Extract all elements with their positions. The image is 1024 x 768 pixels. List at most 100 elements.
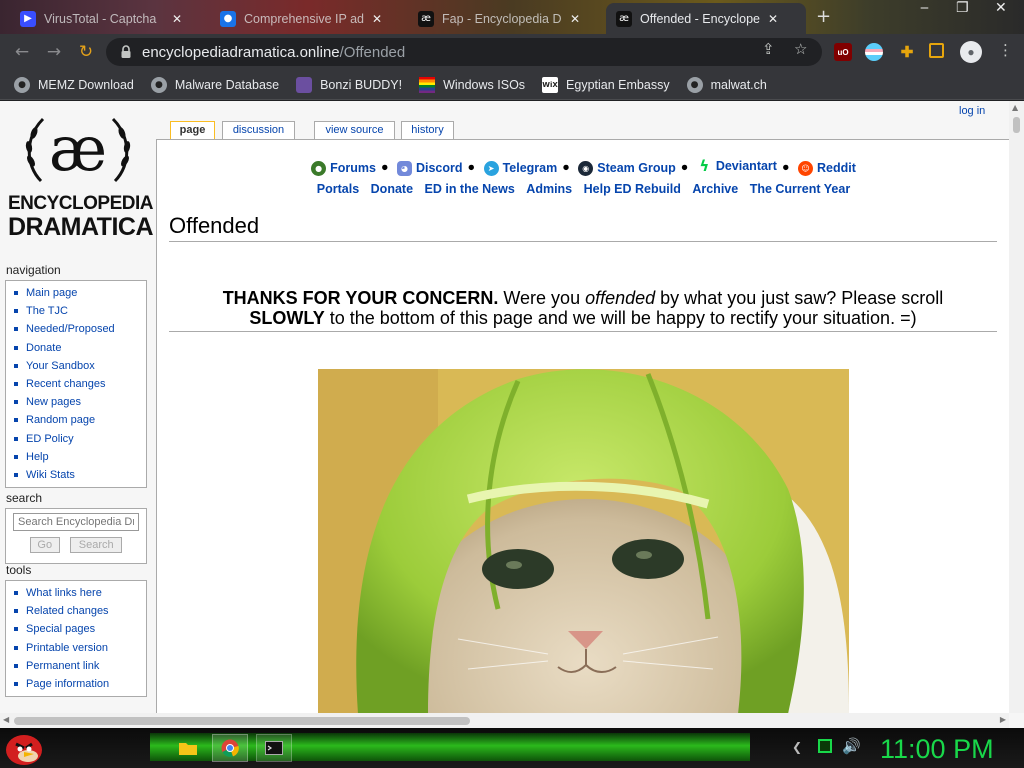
ed-favicon-icon: æ: [616, 10, 632, 27]
bookmark-egyptian-embassy[interactable]: WiX Egyptian Embassy: [542, 76, 670, 93]
volume-icon[interactable]: 🔊: [842, 737, 861, 755]
tab-offended[interactable]: æ Offended - Encyclopedia ✕: [606, 3, 806, 34]
sidebar-item-what-links-here[interactable]: What links here: [6, 584, 146, 602]
bookmark-memz[interactable]: ● MEMZ Download: [14, 76, 134, 93]
bookmark-bonzi[interactable]: Bonzi BUDDY!: [296, 76, 402, 93]
network-icon[interactable]: [818, 739, 832, 753]
browser-tab-strip: ▶ VirusTotal - Captcha ✕ ● Comprehensive…: [0, 0, 1024, 34]
bookmark-label: Windows ISOs: [443, 77, 526, 92]
share-icon[interactable]: ⇪: [762, 40, 775, 58]
search-button[interactable]: Search: [70, 537, 123, 553]
sidebar-item-sandbox[interactable]: Your Sandbox: [6, 357, 146, 375]
sidebar-item-needed-proposed[interactable]: Needed/Proposed: [6, 320, 146, 338]
reddit-link[interactable]: ☺ Reddit: [798, 160, 856, 176]
login-link[interactable]: log in: [959, 105, 985, 117]
nav-link-admins[interactable]: Admins: [526, 182, 572, 196]
tab-discussion[interactable]: discussion: [222, 121, 295, 139]
sidebar-item-donate[interactable]: Donate: [6, 339, 146, 357]
telegram-link[interactable]: ➤ Telegram: [483, 160, 557, 176]
sidebar-tools: tools What links here Related changes Sp…: [5, 563, 147, 698]
sidebar-item-main-page[interactable]: Main page: [6, 284, 146, 302]
globe-icon: ●: [14, 76, 30, 93]
address-bar[interactable]: encyclopediadramatica.online /Offended: [106, 38, 822, 66]
sidebar-navigation: navigation Main page The TJC Needed/Prop…: [5, 263, 147, 489]
nav-link-current-year[interactable]: The Current Year: [750, 182, 851, 196]
profile-avatar-icon[interactable]: ●: [960, 41, 982, 63]
minimize-icon[interactable]: ‒: [920, 0, 929, 16]
search-input[interactable]: [13, 513, 139, 531]
sidebar-item-new-pages[interactable]: New pages: [6, 393, 146, 411]
sidebar-item-ed-policy[interactable]: ED Policy: [6, 430, 146, 448]
window-close-icon[interactable]: ✕: [995, 0, 1007, 16]
flag-extension-icon[interactable]: [865, 43, 883, 61]
start-angry-bird-icon[interactable]: [2, 730, 46, 766]
reload-icon[interactable]: ↻: [74, 40, 98, 64]
sidebar-item-wiki-stats[interactable]: Wiki Stats: [6, 466, 146, 484]
bookmark-windows-isos[interactable]: Windows ISOs: [419, 76, 526, 93]
page-title: Offended: [169, 213, 997, 242]
site-logo[interactable]: æ ENCYCLOPEDIA DRAMATICA: [8, 113, 154, 248]
sidebar-item-printable-version[interactable]: Printable version: [6, 639, 146, 657]
bookmark-malware-db[interactable]: ● Malware Database: [150, 76, 279, 93]
nav-link-ed-in-the-news[interactable]: ED in the News: [425, 182, 515, 196]
forums-link[interactable]: ● Forums: [311, 160, 376, 176]
tab-history[interactable]: history: [401, 121, 454, 139]
steam-group-link[interactable]: ◉ Steam Group: [578, 160, 676, 176]
sidebar-item-tjc[interactable]: The TJC: [6, 302, 146, 320]
scrollbar-thumb[interactable]: [1013, 117, 1020, 133]
nav-link-portals[interactable]: Portals: [317, 182, 359, 196]
globe-icon: ●: [686, 76, 703, 93]
bookmarks-bar: ● MEMZ Download ● Malware Database Bonzi…: [0, 70, 1024, 100]
ublock-icon[interactable]: uO: [834, 43, 852, 61]
scroll-left-icon[interactable]: ◀: [3, 715, 9, 724]
chrome-icon[interactable]: [212, 734, 248, 762]
close-icon[interactable]: ✕: [570, 12, 580, 26]
maximize-icon[interactable]: ❐: [956, 0, 969, 16]
deviantart-link[interactable]: ϟ Deviantart: [697, 157, 777, 175]
taskbar-clock[interactable]: 11:00 PM: [880, 734, 994, 765]
file-explorer-icon[interactable]: [170, 734, 206, 762]
banner-italic: offended: [585, 288, 656, 308]
tab-title: Comprehensive IP addr: [244, 11, 364, 26]
horizontal-scrollbar[interactable]: ◀ ▶: [0, 713, 1009, 728]
tab-view-source[interactable]: view source: [314, 121, 395, 139]
scrollbar-thumb[interactable]: [14, 717, 470, 725]
sidebar-item-page-information[interactable]: Page information: [6, 675, 146, 693]
scroll-up-icon[interactable]: ▲: [1012, 103, 1018, 112]
nav-link-donate[interactable]: Donate: [371, 182, 413, 196]
scroll-right-icon[interactable]: ▶: [1000, 715, 1006, 724]
go-button[interactable]: Go: [29, 537, 60, 553]
discord-link[interactable]: ◕ Discord: [396, 160, 463, 176]
sidebar-item-random-page[interactable]: Random page: [6, 411, 146, 429]
nav-link-archive[interactable]: Archive: [692, 182, 738, 196]
back-icon[interactable]: ←: [10, 40, 34, 64]
tray-expand-icon[interactable]: ❮: [792, 740, 802, 754]
sidebar-item-permanent-link[interactable]: Permanent link: [6, 657, 146, 675]
sidebar-item-help[interactable]: Help: [6, 448, 146, 466]
sidebar-item-related-changes[interactable]: Related changes: [6, 602, 146, 620]
sidepanel-icon[interactable]: [929, 43, 944, 58]
sidebar-item-special-pages[interactable]: Special pages: [6, 620, 146, 638]
nav-link-help-ed-rebuild[interactable]: Help ED Rebuild: [584, 182, 681, 196]
close-icon[interactable]: ✕: [768, 12, 778, 26]
os-taskbar: ❮ 🔊 11:00 PM: [0, 728, 1024, 768]
screen: ▶ VirusTotal - Captcha ✕ ● Comprehensive…: [0, 0, 1024, 768]
tab-fap[interactable]: æ Fap - Encyclopedia Dram ✕: [408, 3, 606, 34]
cat-melon-helmet-image[interactable]: [318, 369, 849, 713]
menu-dots-icon[interactable]: ⋮: [998, 41, 1013, 59]
bookmark-star-icon[interactable]: ☆: [794, 40, 807, 58]
banner-text: Were you: [498, 288, 586, 308]
vertical-scrollbar[interactable]: ▲: [1009, 101, 1024, 713]
tab-virustotal[interactable]: ▶ VirusTotal - Captcha ✕: [10, 3, 208, 34]
tab-page[interactable]: page: [170, 121, 215, 140]
forward-icon[interactable]: →: [42, 40, 66, 64]
tab-ip-address[interactable]: ● Comprehensive IP addr ✕: [210, 3, 408, 34]
close-icon[interactable]: ✕: [172, 12, 182, 26]
bookmark-malwatch[interactable]: ● malwat.ch: [686, 76, 767, 93]
sidebar-item-recent-changes[interactable]: Recent changes: [6, 375, 146, 393]
puzzle-extensions-icon[interactable]: ✚: [898, 43, 916, 61]
new-tab-icon[interactable]: +: [816, 6, 831, 27]
close-icon[interactable]: ✕: [372, 12, 382, 26]
tab-title: Offended - Encyclopedia: [640, 11, 760, 26]
command-prompt-icon[interactable]: [256, 734, 292, 762]
